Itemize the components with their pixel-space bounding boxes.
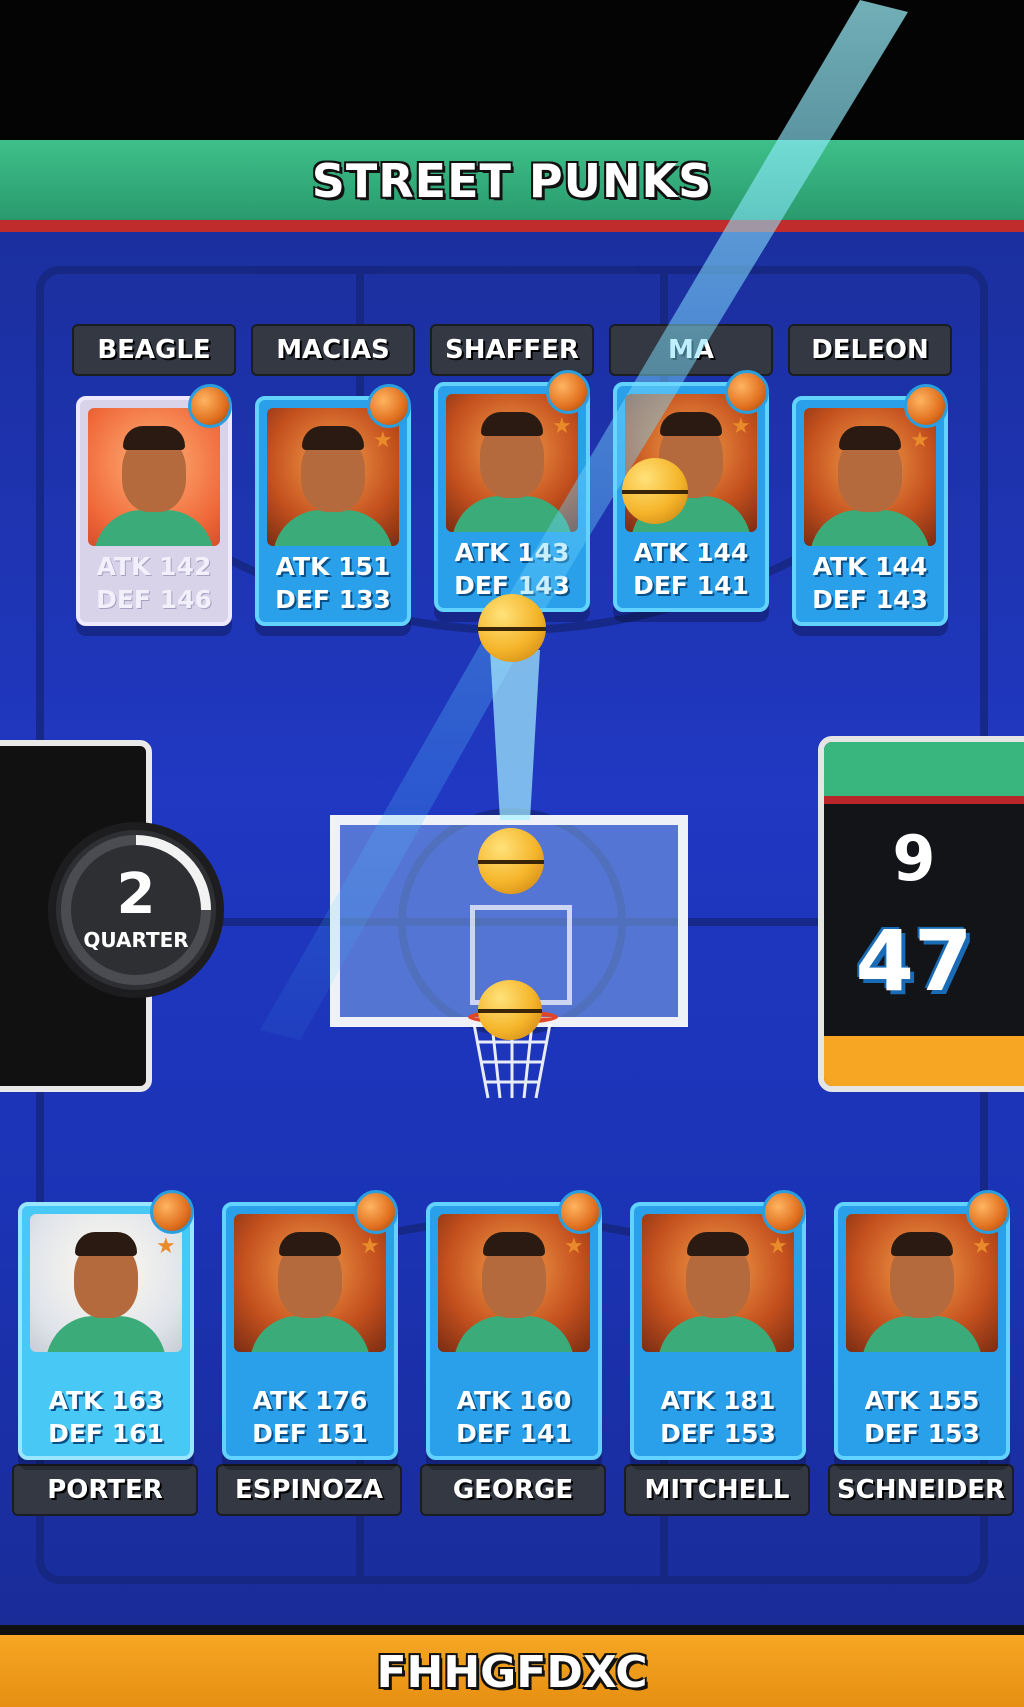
opponent-team-banner: STREET PUNKS bbox=[0, 140, 1024, 232]
attack-stat: ATK 143 bbox=[454, 538, 570, 567]
opponent-team-name: STREET PUNKS bbox=[311, 154, 713, 208]
attack-stat: ATK 144 bbox=[633, 538, 749, 567]
attack-stat: ATK 144 bbox=[812, 552, 928, 581]
player-name-plate: PORTER bbox=[12, 1464, 198, 1516]
player-name-plate: SCHNEIDER bbox=[828, 1464, 1014, 1516]
player-hair bbox=[660, 412, 722, 436]
quarter-indicator: 2 QUARTER bbox=[48, 822, 224, 998]
star-icon: ★ bbox=[373, 428, 393, 453]
player-hair bbox=[302, 426, 364, 450]
attack-stat: ATK 181 bbox=[660, 1386, 776, 1415]
player-stats: ATK 163 DEF 161 bbox=[22, 1384, 190, 1450]
basketball-coin-icon bbox=[150, 1190, 194, 1234]
star-icon: ★ bbox=[552, 414, 572, 439]
attack-stat: ATK 163 bbox=[48, 1386, 164, 1415]
game-screen: STREET PUNKS BEAGLE ATK 142 DEF 146 MACIAS A… bbox=[0, 0, 1024, 1707]
basketball-coin-icon bbox=[725, 370, 769, 414]
player-hair bbox=[279, 1232, 341, 1256]
star-icon: ★ bbox=[972, 1234, 992, 1259]
attack-stat: ATK 151 bbox=[275, 552, 391, 581]
player-hair bbox=[75, 1232, 137, 1256]
basketball-coin-icon bbox=[354, 1190, 398, 1234]
player-hair bbox=[483, 1232, 545, 1256]
player-stats: ATK 144 DEF 143 bbox=[796, 550, 944, 616]
home-team-banner: FHHGFDXC bbox=[0, 1625, 1024, 1707]
player-jersey bbox=[94, 510, 214, 546]
player-hair bbox=[839, 426, 901, 450]
player-jersey bbox=[810, 510, 930, 546]
star-icon: ★ bbox=[731, 414, 751, 439]
player-hair bbox=[891, 1232, 953, 1256]
basketball-coin-icon bbox=[546, 370, 590, 414]
attack-stat: ATK 176 bbox=[252, 1386, 368, 1415]
defense-stat: DEF 133 bbox=[275, 585, 391, 614]
player-name-plate: BEAGLE bbox=[72, 324, 236, 376]
player-card[interactable]: ATK 142 DEF 146 bbox=[76, 396, 232, 626]
player-name-plate: GEORGE bbox=[420, 1464, 606, 1516]
player-name-plate: MACIAS bbox=[251, 324, 415, 376]
basketball-coin-icon bbox=[558, 1190, 602, 1234]
player-jersey bbox=[250, 1316, 370, 1352]
player-name-plate: ESPINOZA bbox=[216, 1464, 402, 1516]
player-name-plate: DELEON bbox=[788, 324, 952, 376]
player-jersey bbox=[273, 510, 393, 546]
player-hair bbox=[123, 426, 185, 450]
player-stats: ATK 160 DEF 141 bbox=[430, 1384, 598, 1450]
defense-stat: DEF 143 bbox=[812, 585, 928, 614]
player-stats: ATK 151 DEF 133 bbox=[259, 550, 407, 616]
quarter-number: 2 bbox=[116, 862, 156, 927]
basketball-coin-icon bbox=[188, 384, 232, 428]
player-stats: ATK 144 DEF 141 bbox=[617, 536, 765, 602]
scoreboard: 9 47 bbox=[818, 736, 1024, 1092]
player-stats: ATK 155 DEF 153 bbox=[838, 1384, 1006, 1450]
star-icon: ★ bbox=[564, 1234, 584, 1259]
home-score: 47 bbox=[855, 912, 973, 1010]
defense-stat: DEF 153 bbox=[864, 1419, 980, 1448]
star-icon: ★ bbox=[768, 1234, 788, 1259]
defense-stat: DEF 141 bbox=[633, 571, 749, 600]
player-jersey bbox=[862, 1316, 982, 1352]
basketball-coin-icon bbox=[904, 384, 948, 428]
opponent-score: 9 bbox=[892, 822, 936, 895]
basketball bbox=[478, 980, 542, 1040]
quarter-label: QUARTER bbox=[83, 928, 189, 952]
defense-stat: DEF 146 bbox=[96, 585, 212, 614]
basketball-coin-icon bbox=[966, 1190, 1010, 1234]
defense-stat: DEF 151 bbox=[252, 1419, 368, 1448]
player-name-plate: SHAFFER bbox=[430, 324, 594, 376]
basketball-coin-icon bbox=[762, 1190, 806, 1234]
attack-stat: ATK 142 bbox=[96, 552, 212, 581]
attack-stat: ATK 160 bbox=[456, 1386, 572, 1415]
home-team-name: FHHGFDXC bbox=[376, 1647, 648, 1698]
player-hair bbox=[481, 412, 543, 436]
player-stats: ATK 142 DEF 146 bbox=[80, 550, 228, 616]
star-icon: ★ bbox=[910, 428, 930, 453]
player-jersey bbox=[658, 1316, 778, 1352]
player-stats: ATK 176 DEF 151 bbox=[226, 1384, 394, 1450]
player-stats: ATK 143 DEF 143 bbox=[438, 536, 586, 602]
player-jersey bbox=[452, 496, 572, 532]
defense-stat: DEF 141 bbox=[456, 1419, 572, 1448]
defense-stat: DEF 161 bbox=[48, 1419, 164, 1448]
player-jersey bbox=[46, 1316, 166, 1352]
basketball bbox=[478, 594, 546, 662]
basketball-coin-icon bbox=[367, 384, 411, 428]
opponent-score-color-bar bbox=[824, 742, 1024, 804]
basketball bbox=[622, 458, 688, 524]
home-score-color-bar bbox=[824, 1036, 1024, 1086]
defense-stat: DEF 153 bbox=[660, 1419, 776, 1448]
star-icon: ★ bbox=[156, 1234, 176, 1259]
player-name-plate: MA bbox=[609, 324, 773, 376]
basketball bbox=[478, 828, 544, 894]
player-jersey bbox=[454, 1316, 574, 1352]
player-name-plate: MITCHELL bbox=[624, 1464, 810, 1516]
attack-stat: ATK 155 bbox=[864, 1386, 980, 1415]
star-icon: ★ bbox=[360, 1234, 380, 1259]
player-hair bbox=[687, 1232, 749, 1256]
player-stats: ATK 181 DEF 153 bbox=[634, 1384, 802, 1450]
player-portrait bbox=[88, 408, 220, 546]
